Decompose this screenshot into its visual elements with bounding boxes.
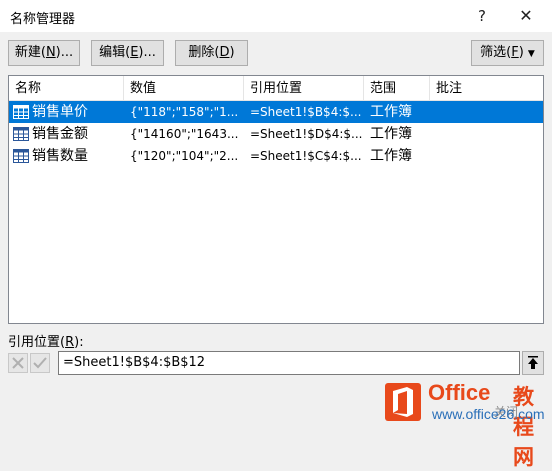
delete-suffix: ) [229, 45, 235, 60]
row-comment [436, 123, 536, 145]
collapse-arrow-icon [528, 356, 538, 369]
named-range-icon [13, 149, 29, 163]
filter-label: 筛选( [480, 45, 512, 60]
column-header-comment[interactable]: 批注 [430, 76, 543, 100]
collapse-dialog-button[interactable] [522, 351, 544, 375]
column-header-value[interactable]: 数值 [124, 76, 244, 100]
new-shortcut-key: N [45, 45, 56, 60]
help-button[interactable]: ? [466, 4, 498, 28]
named-range-icon [13, 127, 29, 141]
row-name: 销售单价 [32, 104, 88, 120]
edit-suffix: )... [138, 45, 156, 60]
list-header: 名称 数值 引用位置 范围 批注 [9, 76, 543, 101]
row-scope: 工作簿 [370, 126, 412, 142]
row-scope: 工作簿 [370, 104, 412, 120]
row-name: 销售金额 [32, 126, 88, 142]
watermark-url: www.office26.com [432, 406, 545, 422]
row-name: 销售数量 [32, 148, 88, 164]
new-suffix: )... [55, 45, 74, 60]
delete-shortcut-key: D [219, 45, 230, 60]
row-value: {"14160";"1643... [130, 127, 239, 141]
column-header-name[interactable]: 名称 [9, 76, 124, 100]
column-header-refers-to[interactable]: 引用位置 [244, 76, 364, 100]
row-refers-to: =Sheet1!$D$4:$... [250, 127, 362, 141]
filter-suffix: ) [518, 45, 524, 60]
named-range-icon [13, 105, 29, 119]
refers-to-text: 引用位置( [8, 335, 66, 350]
new-name-button[interactable]: 新建(N)... [8, 40, 80, 66]
confirm-edit-icon[interactable] [30, 353, 50, 373]
row-comment [436, 101, 536, 123]
new-label: 新建( [14, 45, 46, 60]
title-bar: 名称管理器 ? ✕ [0, 0, 552, 32]
delete-label: 删除( [188, 45, 220, 60]
window-title: 名称管理器 [10, 12, 76, 27]
watermark-brand: Office [428, 380, 491, 405]
table-row[interactable]: 销售金额 {"14160";"1643... =Sheet1!$D$4:$... 工作… [9, 123, 543, 145]
watermark-brand-cn: 教程网 [513, 385, 534, 469]
names-list[interactable]: 名称 数值 引用位置 范围 批注 销售单价 {"118";"158";"1... =… [8, 75, 544, 324]
delete-name-button[interactable]: 删除(D) [175, 40, 248, 66]
office-logo-icon [385, 383, 421, 421]
row-value: {"118";"158";"1... [130, 105, 239, 119]
edit-name-button[interactable]: 编辑(E)... [91, 40, 164, 66]
dropdown-arrow-icon: ▼ [527, 49, 535, 59]
refers-to-input[interactable]: =Sheet1!$B$4:$B$12 [58, 351, 520, 375]
close-window-button[interactable]: ✕ [510, 4, 542, 28]
filter-shortcut-key: F [511, 45, 519, 60]
refers-to-label: 引用位置(R): [8, 331, 84, 350]
row-value: {"120";"104";"2... [130, 149, 239, 163]
filter-dropdown-button[interactable]: 筛选(F) ▼ [471, 40, 544, 66]
column-header-scope[interactable]: 范围 [364, 76, 430, 100]
row-comment [436, 145, 536, 167]
table-row[interactable]: 销售数量 {"120";"104";"2... =Sheet1!$C$4:$... 工… [9, 145, 543, 167]
row-scope: 工作簿 [370, 148, 412, 164]
row-refers-to: =Sheet1!$B$4:$... [250, 105, 362, 119]
table-row[interactable]: 销售单价 {"118";"158";"1... =Sheet1!$B$4:$... 工… [9, 101, 543, 123]
refers-to-shortcut-key: R [65, 335, 75, 350]
row-refers-to: =Sheet1!$C$4:$... [250, 149, 362, 163]
refers-to-suffix: ): [74, 335, 84, 350]
edit-label: 编辑( [99, 45, 131, 60]
cancel-edit-icon[interactable] [8, 353, 28, 373]
